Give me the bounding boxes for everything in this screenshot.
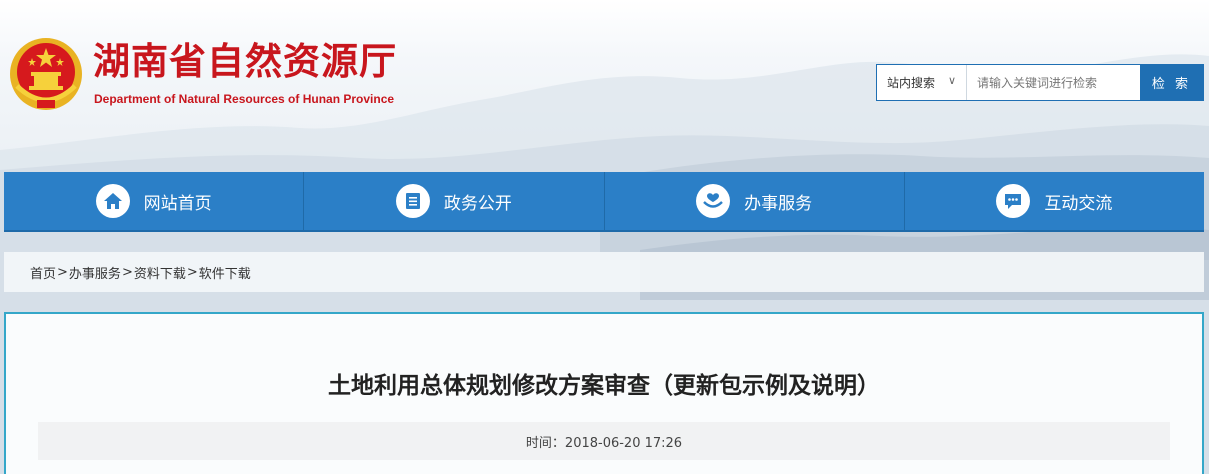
nav-item-label: 互动交流 [1044,193,1113,214]
site-title[interactable]: 湖南省自然资源厅 [93,40,397,84]
breadcrumb-services[interactable]: 办事服务 [69,263,121,282]
publish-time: 时间：2018-06-20 17:26 [525,435,683,451]
nav-item-government-affairs[interactable]: 政务公开 [304,172,605,230]
nav-item-label: 办事服务 [744,193,813,214]
nav-item-services[interactable]: 办事服务 [605,172,905,230]
breadcrumb-separator: > [121,264,133,280]
nav-item-label: 网站首页 [143,193,212,214]
breadcrumb-separator: > [57,264,68,280]
breadcrumb-software-downloads[interactable]: 软件下载 [199,263,251,282]
search-button[interactable]: 检 索 [1140,65,1203,100]
breadcrumb-separator: > [186,264,198,280]
site-header: 湖南省自然资源厅 Department of Natural Resources… [0,0,1209,172]
document-list-icon [395,184,430,218]
breadcrumb: 首页 > 办事服务 > 资料下载 > 软件下载 [4,252,1204,292]
site-subtitle: Department of Natural Resources of Hunan… [94,92,395,106]
chevron-down-icon: ∨ [947,74,956,87]
home-icon [95,184,130,218]
article-title: 土地利用总体规划修改方案审查（更新包示例及说明） [328,373,880,399]
article-panel: 土地利用总体规划修改方案审查（更新包示例及说明） 时间：2018-06-20 1… [4,312,1204,474]
nav-item-interaction[interactable]: 互动交流 [905,172,1204,230]
nav-item-home[interactable]: 网站首页 [4,172,305,230]
breadcrumb-home[interactable]: 首页 [30,263,56,282]
search-input[interactable] [967,65,1140,100]
hand-heart-icon [696,184,731,218]
chat-bubble-icon [996,184,1031,218]
search-scope-select[interactable]: 站内搜索 ∨ [877,65,967,100]
search-bar: 站内搜索 ∨ 检 索 [876,64,1204,101]
breadcrumb-downloads[interactable]: 资料下载 [134,263,186,282]
national-emblem-icon [10,38,82,110]
nav-item-label: 政务公开 [443,193,512,214]
article-meta: 时间：2018-06-20 17:26 [38,422,1170,460]
search-scope-label: 站内搜索 [887,76,936,90]
main-nav: 网站首页 政务公开 办事服务 互动交流 [4,172,1204,232]
